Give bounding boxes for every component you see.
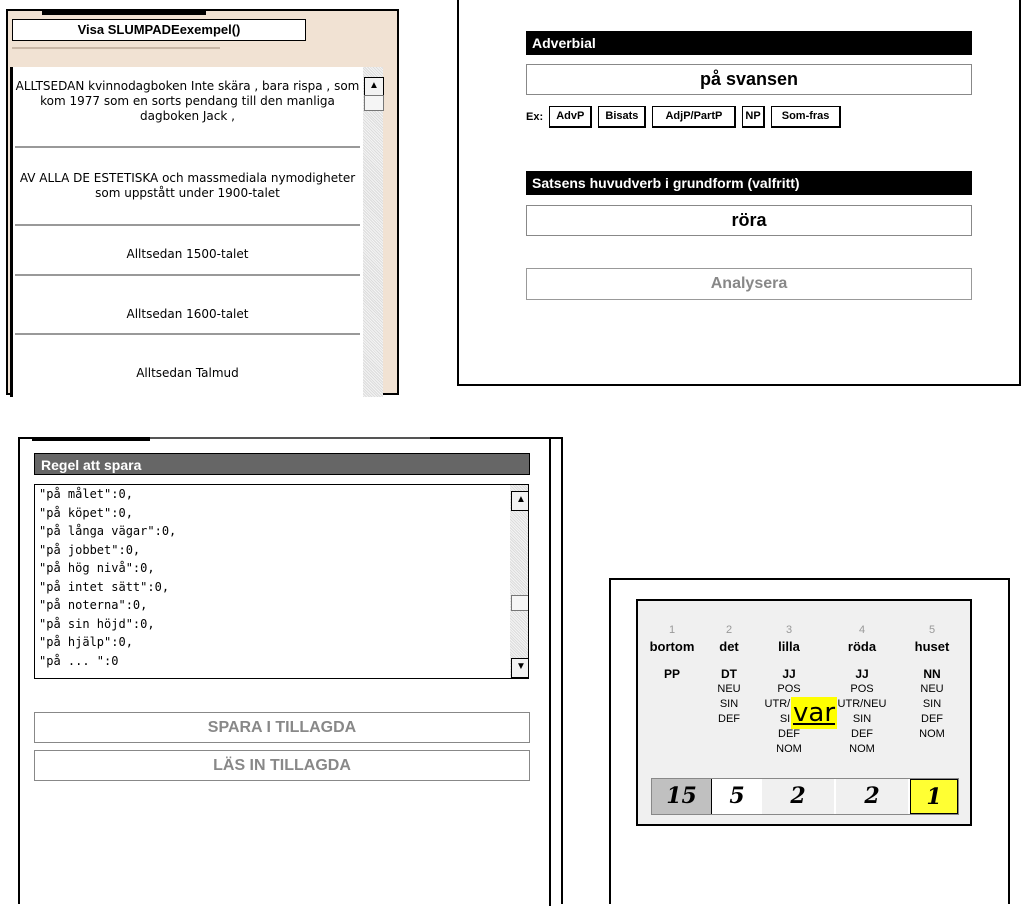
verb-header: Satsens huvudverb i grundform (valfritt) xyxy=(526,171,972,195)
token-feature: POS xyxy=(777,683,801,695)
examples-panel: Visa SLUMPADEexempel() ALLTSEDAN kvinnod… xyxy=(6,9,399,397)
count-cell: 2 xyxy=(762,779,834,814)
token-pos: DT xyxy=(721,667,737,681)
token-index: 5 xyxy=(928,624,936,636)
show-random-examples-button[interactable]: Visa SLUMPADEexempel() xyxy=(12,19,306,41)
token-column: 3 lilla JJ POS UTR/NEU SIN DEF NOM xyxy=(754,601,824,757)
divider xyxy=(15,274,360,276)
token-column: 5 huset NN NEU SIN DEF NOM xyxy=(900,601,964,742)
rule-panel: Regel att spara "på målet":0, "på köpet":… xyxy=(18,437,563,906)
list-item[interactable]: Alltsedan Talmud xyxy=(15,366,360,381)
code-line: "på långa vägar":0, xyxy=(39,524,177,538)
scrollbar[interactable]: ▲ xyxy=(363,67,384,397)
token-panel: 1 bortom PP 2 det DT NEU SIN DEF 3 lilla JJ POS UTR/N… xyxy=(609,578,1010,904)
adverbial-header: Adverbial xyxy=(526,31,972,55)
token-column: 2 det DT NEU SIN DEF xyxy=(706,601,752,727)
divider xyxy=(15,333,360,335)
token-pos: NN xyxy=(923,667,941,681)
code-line: "på hjälp":0, xyxy=(39,635,133,649)
rule-code: "på målet":0, "på köpet":0, "på långa väga… xyxy=(39,485,499,670)
token-feature: DEF xyxy=(778,728,800,740)
divider xyxy=(549,439,551,906)
code-line: "på jobbet":0, xyxy=(39,542,141,557)
token-feature: SIN xyxy=(719,698,739,710)
rule-textarea[interactable]: "på målet":0, "på köpet":0, "på långa väga… xyxy=(34,484,529,679)
example-list: ALLTSEDAN kvinnodagboken Inte skära , ba… xyxy=(15,67,360,397)
token-feature: DEF xyxy=(851,728,873,740)
token-feature: NOM xyxy=(919,728,945,740)
token-index: 1 xyxy=(668,624,676,636)
divider xyxy=(150,437,430,439)
divider xyxy=(12,47,220,49)
count-cell: 5 xyxy=(714,779,760,814)
example-type-row: Ex: AdvP Bisats AdjP/PartP NP Som-fras xyxy=(526,106,842,130)
code-line: "på sin höjd":0, xyxy=(39,616,155,631)
count-cell: 1 xyxy=(910,779,958,814)
count-row: 15 5 2 2 1 xyxy=(651,778,959,815)
token-pos: JJ xyxy=(855,667,869,681)
token-word: röda xyxy=(847,639,877,654)
code-line: "på köpet":0, xyxy=(39,505,133,520)
token-index: 2 xyxy=(725,624,733,636)
token-feature: DEF xyxy=(718,713,740,725)
scrollbar[interactable]: ▲ ▼ xyxy=(510,485,528,678)
scroll-up-icon[interactable]: ▲ xyxy=(511,491,528,511)
panel-tab xyxy=(42,9,206,15)
count-cell: 15 xyxy=(652,779,712,814)
list-item[interactable]: Alltsedan 1600-talet xyxy=(15,307,360,322)
divider xyxy=(15,146,360,148)
token-word: det xyxy=(719,639,739,654)
token-feature: DEF xyxy=(921,713,943,725)
panel-tab xyxy=(32,437,150,441)
example-bisats-button[interactable]: Bisats xyxy=(598,106,647,128)
example-np-button[interactable]: NP xyxy=(742,106,765,128)
scroll-up-icon[interactable]: ▲ xyxy=(364,77,384,97)
token-feature: POS xyxy=(850,683,874,695)
save-added-button[interactable]: SPARA I TILLAGDA xyxy=(34,712,530,743)
rule-header: Regel att spara xyxy=(34,453,530,475)
highlighted-word[interactable]: var xyxy=(791,697,838,729)
token-word: huset xyxy=(914,639,950,654)
example-advp-button[interactable]: AdvP xyxy=(549,106,593,128)
list-item[interactable]: ALLTSEDAN kvinnodagboken Inte skära , ba… xyxy=(15,79,360,124)
divider xyxy=(15,224,360,226)
token-feature: SIN xyxy=(922,698,942,710)
code-line: "på ... ":0 xyxy=(39,653,119,668)
token-column: 4 röda JJ POS UTR/NEU SIN DEF NOM xyxy=(824,601,900,757)
scroll-thumb[interactable] xyxy=(511,595,528,611)
example-som-fras-button[interactable]: Som-fras xyxy=(770,106,842,128)
code-line: "på noterna":0, xyxy=(39,598,148,612)
scroll-down-icon[interactable]: ▼ xyxy=(511,658,528,678)
adverbial-input[interactable]: på svansen xyxy=(526,64,972,95)
count-cell: 2 xyxy=(836,779,908,814)
code-line: "på målet":0, xyxy=(39,487,133,501)
analyze-button[interactable]: Analysera xyxy=(526,268,972,300)
list-item[interactable]: AV ALLA DE ESTETISKA och massmediala nym… xyxy=(15,171,360,201)
token-feature: NOM xyxy=(776,743,802,755)
token-feature: NOM xyxy=(849,743,875,755)
ex-label: Ex: xyxy=(526,111,544,123)
list-item[interactable]: Alltsedan 1500-talet xyxy=(15,247,360,262)
example-adjp-button[interactable]: AdjP/PartP xyxy=(652,106,737,128)
code-line: "på intet sätt":0, xyxy=(39,579,170,594)
code-line: "på hög nivå":0, xyxy=(39,561,155,575)
token-pos: PP xyxy=(663,667,680,681)
token-feature: NEU xyxy=(920,683,944,695)
adverbial-panel: Adverbial på svansen Ex: AdvP Bisats Adj… xyxy=(457,0,1021,386)
token-pos: JJ xyxy=(782,667,796,681)
token-word: bortom xyxy=(649,639,695,654)
token-index: 4 xyxy=(858,624,866,636)
token-column: 1 bortom PP xyxy=(640,601,704,682)
scroll-thumb[interactable] xyxy=(364,95,384,111)
token-index: 3 xyxy=(785,624,793,636)
token-word: lilla xyxy=(778,639,800,654)
token-feature: NEU xyxy=(717,683,741,695)
verb-input[interactable]: röra xyxy=(526,205,972,236)
example-list-box[interactable]: ALLTSEDAN kvinnodagboken Inte skära , ba… xyxy=(10,67,384,397)
load-added-button[interactable]: LÄS IN TILLAGDA xyxy=(34,750,530,781)
